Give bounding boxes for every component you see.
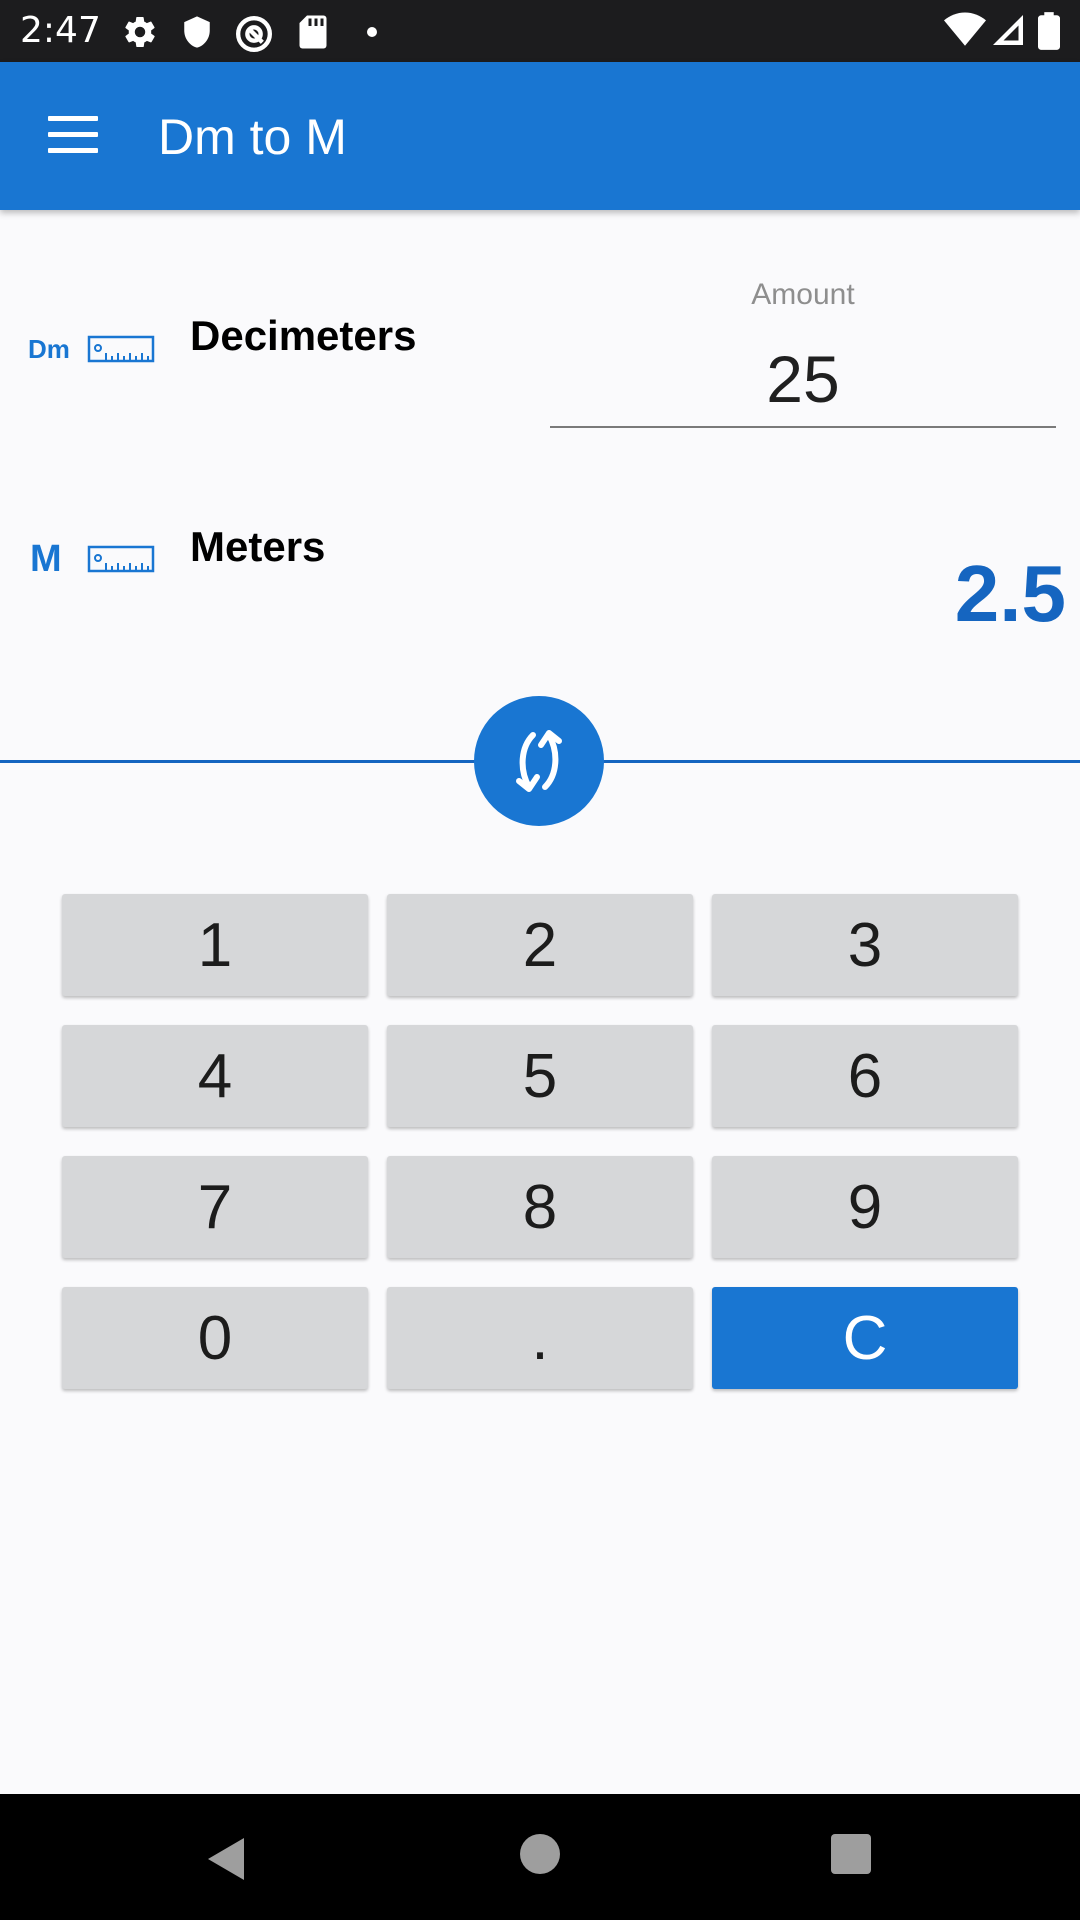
swap-arrows-icon <box>516 730 562 792</box>
recent-apps-icon[interactable] <box>831 1834 871 1874</box>
result-value: 2.5 <box>954 549 1066 638</box>
key-4[interactable]: 4 <box>62 1025 368 1127</box>
shield-icon <box>184 16 210 48</box>
key-0[interactable]: 0 <box>62 1287 368 1389</box>
status-bar: 2:47 <box>0 0 1080 62</box>
key-9[interactable]: 9 <box>712 1156 1018 1258</box>
sd-card-icon <box>299 15 327 49</box>
decimeter-ruler-icon: Dm <box>28 334 155 364</box>
app-bar: Dm to M <box>0 62 1080 210</box>
amount-label: Amount <box>751 278 855 311</box>
back-icon[interactable] <box>206 1836 246 1882</box>
amount-input[interactable] <box>550 332 1056 428</box>
hamburger-menu-icon[interactable] <box>38 106 108 166</box>
status-time: 2:47 <box>20 10 101 51</box>
at-circle-icon <box>236 16 272 52</box>
battery-icon <box>1038 12 1060 50</box>
meter-ruler-icon: M <box>30 538 155 576</box>
to-unit-name: Meters <box>190 523 326 570</box>
swap-button[interactable] <box>474 696 604 826</box>
from-unit-name: Decimeters <box>190 312 417 359</box>
key-3[interactable]: 3 <box>712 894 1018 996</box>
key-2[interactable]: 2 <box>387 894 693 996</box>
decimeter-icon-label: Dm <box>28 334 70 364</box>
meter-icon-label: M <box>30 538 62 576</box>
key-6[interactable]: 6 <box>712 1025 1018 1127</box>
wifi-icon <box>944 12 986 46</box>
page-title: Dm to M <box>158 109 347 165</box>
key-7[interactable]: 7 <box>62 1156 368 1258</box>
gear-icon <box>125 16 155 47</box>
key-decimal[interactable]: . <box>387 1287 693 1389</box>
screen: 2:47 Dm to M Dm Decimeters Amount 25 M M… <box>0 0 1080 1920</box>
key-8[interactable]: 8 <box>387 1156 693 1258</box>
clear-button[interactable]: C <box>712 1287 1018 1389</box>
navigation-bar <box>0 1794 1080 1920</box>
key-1[interactable]: 1 <box>62 894 368 996</box>
signal-icon <box>993 15 1023 45</box>
home-icon[interactable] <box>520 1834 560 1874</box>
dot-icon <box>367 27 377 37</box>
key-5[interactable]: 5 <box>387 1025 693 1127</box>
